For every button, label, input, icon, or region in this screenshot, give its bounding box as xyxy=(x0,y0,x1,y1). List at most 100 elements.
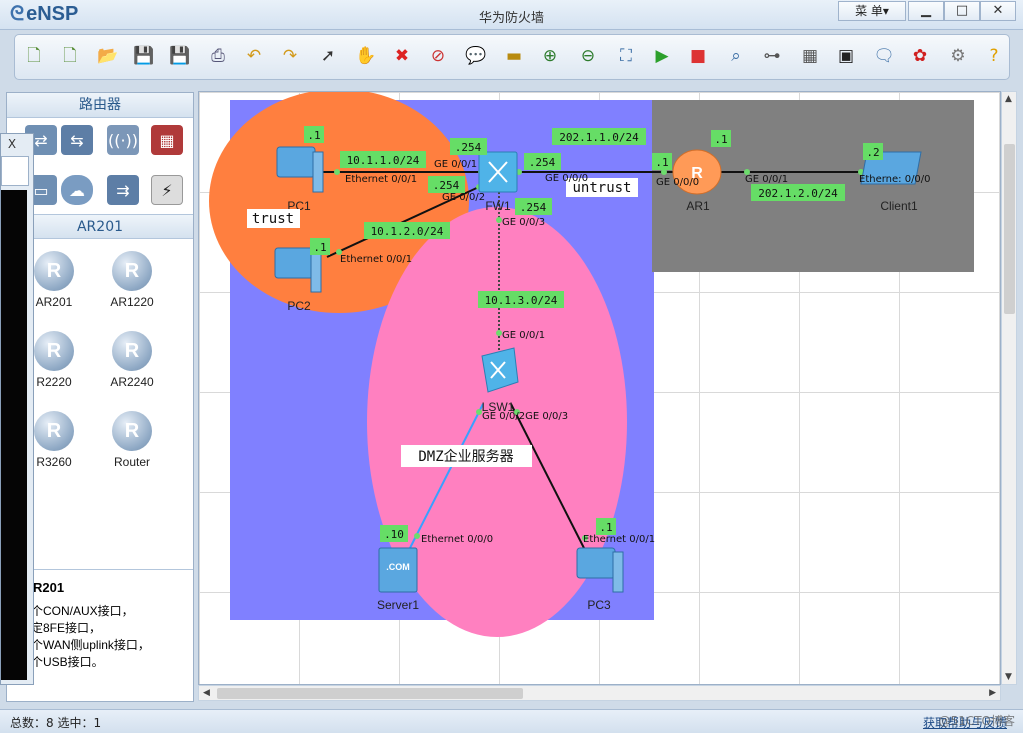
scroll-up-icon[interactable]: ▲ xyxy=(1005,94,1012,104)
hub-category-icon[interactable]: ⇉ xyxy=(107,175,139,205)
redo-icon[interactable]: ↷ xyxy=(277,43,303,69)
interface-table-icon[interactable]: ▦ xyxy=(797,43,823,69)
ip-tag-text: .1 xyxy=(313,241,326,254)
dmz-label: DMZ企业服务器 xyxy=(418,448,513,465)
ip-tag-text: .2 xyxy=(866,146,879,159)
console-window-fragment: X xyxy=(0,133,34,685)
lsw1-device[interactable]: LSW1 xyxy=(481,347,519,414)
device-ar1220[interactable]: R AR1220 xyxy=(97,251,167,309)
subcategory-title: AR201 xyxy=(7,214,193,239)
start-device-icon[interactable]: ▶ xyxy=(649,43,675,69)
port-label: GE 0/0/2 xyxy=(442,192,485,203)
pan-hand-icon[interactable]: ✋ xyxy=(353,43,379,69)
maximize-button[interactable]: □ xyxy=(944,1,980,21)
vertical-scrollbar[interactable]: ▲ ▼ xyxy=(1001,91,1017,685)
save-icon[interactable]: 💾 xyxy=(131,43,157,69)
router-icon: R xyxy=(34,331,74,371)
port-label: Etherne: 0/0/0 xyxy=(859,174,931,185)
fw1-label: FW1 xyxy=(485,199,511,213)
switch-category-icon[interactable]: ⇆ xyxy=(61,125,93,155)
port-label: GE 0/0/1 xyxy=(745,174,788,185)
device-ar2240[interactable]: R AR2240 xyxy=(97,331,167,389)
ip-tag-text: .254 xyxy=(529,156,556,169)
server1-device[interactable]: .COM Server1 xyxy=(377,547,419,612)
port-label: Ethernet 0/0/0 xyxy=(421,534,493,545)
save-as-icon[interactable]: 💾 xyxy=(167,43,193,69)
topology-canvas[interactable]: PC1 PC2 FW1 R AR1 Client1 LSW1 .COM Serv… xyxy=(198,91,1001,685)
pc1-icon xyxy=(276,146,316,178)
pc2-icon xyxy=(274,247,314,279)
cloud-category-icon[interactable]: ☁ xyxy=(61,175,93,205)
port-label: GE 0/0/1 xyxy=(434,159,477,170)
subnet-tag-text: 202.1.2.0/24 xyxy=(758,187,838,200)
zoom-out-icon[interactable]: ⊖ xyxy=(575,43,601,69)
router-icon: R xyxy=(34,411,74,451)
cli-console-icon[interactable]: ▣ xyxy=(833,43,859,69)
device-router[interactable]: R Router xyxy=(97,411,167,469)
port-dot xyxy=(414,533,420,539)
desc-title: R201 xyxy=(33,580,65,595)
horizontal-scrollbar[interactable]: ◀ ▶ xyxy=(198,685,1001,701)
zoom-in-icon[interactable]: ⊕ xyxy=(537,43,563,69)
port-label: Ethernet 0/0/1 xyxy=(340,254,412,265)
vertical-scroll-thumb[interactable] xyxy=(1004,144,1015,314)
router-icon: R xyxy=(112,331,152,371)
pc1-tower xyxy=(312,151,324,193)
firewall-category-icon[interactable]: ▦ xyxy=(151,125,183,155)
watermark: @51CTO博客 xyxy=(938,714,1015,728)
ip-tag-text: .1 xyxy=(599,521,612,534)
minimize-button[interactable]: ▁ xyxy=(908,1,944,21)
delete-link-icon[interactable]: ⊘ xyxy=(425,43,451,69)
trust-label: trust xyxy=(252,211,294,227)
status-summary: 总数：8 选中：1 xyxy=(10,716,102,730)
capture-data-icon[interactable]: ⌕ xyxy=(723,43,749,69)
undo-icon[interactable]: ↶ xyxy=(241,43,267,69)
port-label: GE 0/0/0 xyxy=(656,177,699,188)
forum-icon[interactable]: 🗨 xyxy=(871,43,897,69)
router-icon: R xyxy=(112,411,152,451)
ar1-label: AR1 xyxy=(686,199,710,213)
pc2-tower xyxy=(310,251,322,293)
fit-screen-icon[interactable]: ⛶ xyxy=(613,43,639,69)
console-terminal[interactable] xyxy=(1,190,27,680)
topology-view-icon[interactable]: ⊶ xyxy=(759,43,785,69)
desc-line: 个USB接口。 xyxy=(31,655,104,669)
select-pointer-icon[interactable]: ➚ xyxy=(315,43,341,69)
cable-category-icon[interactable]: ⚡ xyxy=(151,175,183,205)
desc-line: 个WAN侧uplink接口， xyxy=(31,638,150,652)
rectangle-icon[interactable]: ▬ xyxy=(501,43,527,69)
print-icon[interactable]: ⎙ xyxy=(205,43,231,69)
scroll-down-icon[interactable]: ▼ xyxy=(1005,672,1012,682)
subnet-tag-text: 10.1.2.0/24 xyxy=(371,225,444,238)
desc-line: 个CON/AUX接口， xyxy=(31,604,134,618)
wireless-category-icon[interactable]: ((·)) xyxy=(107,125,139,155)
console-close-button[interactable]: X xyxy=(1,134,23,154)
status-bar: 总数：8 选中：1 获取帮助与反馈 @51CTO博客 xyxy=(0,709,1023,733)
pc3-tower xyxy=(612,551,624,593)
port-label: GE 0/0/3 xyxy=(502,217,545,228)
new-template-icon[interactable]: 🗋 xyxy=(57,43,83,69)
client1-label: Client1 xyxy=(880,199,918,213)
device-label: AR2240 xyxy=(110,375,154,389)
open-icon[interactable]: 📂 xyxy=(95,43,121,69)
ip-tag-text: .254 xyxy=(433,179,460,192)
stop-device-icon[interactable]: ■ xyxy=(685,43,711,69)
text-note-icon[interactable]: 💬 xyxy=(463,43,489,69)
huawei-icon[interactable]: ✿ xyxy=(907,43,933,69)
main-menu-button[interactable]: 菜 单▾ xyxy=(838,1,906,21)
pc3-label: PC3 xyxy=(587,598,611,612)
settings-icon[interactable]: ⚙ xyxy=(945,43,971,69)
scroll-left-icon[interactable]: ◀ xyxy=(203,688,210,698)
horizontal-scroll-thumb[interactable] xyxy=(217,688,523,699)
new-topology-icon[interactable]: 🗋 xyxy=(21,43,47,69)
device-panel: 路由器 ⇄ ⇆ ((·)) ▦ ▭ ☁ ⇉ ⚡ AR201 R AR201 R AR… xyxy=(6,92,194,702)
close-button[interactable]: ✕ xyxy=(980,1,1016,21)
topology-svg: PC1 PC2 FW1 R AR1 Client1 LSW1 .COM Serv… xyxy=(209,92,974,637)
help-icon[interactable]: ? xyxy=(981,43,1007,69)
title-bar: ᘓ eNSP 华为防火墙 菜 单▾ ▁ □ ✕ xyxy=(0,0,1023,30)
scroll-right-icon[interactable]: ▶ xyxy=(989,688,996,698)
ip-tag-text: .254 xyxy=(455,141,482,154)
delete-icon[interactable]: ✖ xyxy=(389,43,415,69)
main-toolbar: 🗋 🗋 📂 💾 💾 ⎙ ↶ ↷ ➚ ✋ ✖ ⊘ 💬 ▬ ⊕ ⊖ ⛶ ▶ ■ ⌕ … xyxy=(14,34,1010,80)
subnet-tag-text: 202.1.1.0/24 xyxy=(559,131,639,144)
